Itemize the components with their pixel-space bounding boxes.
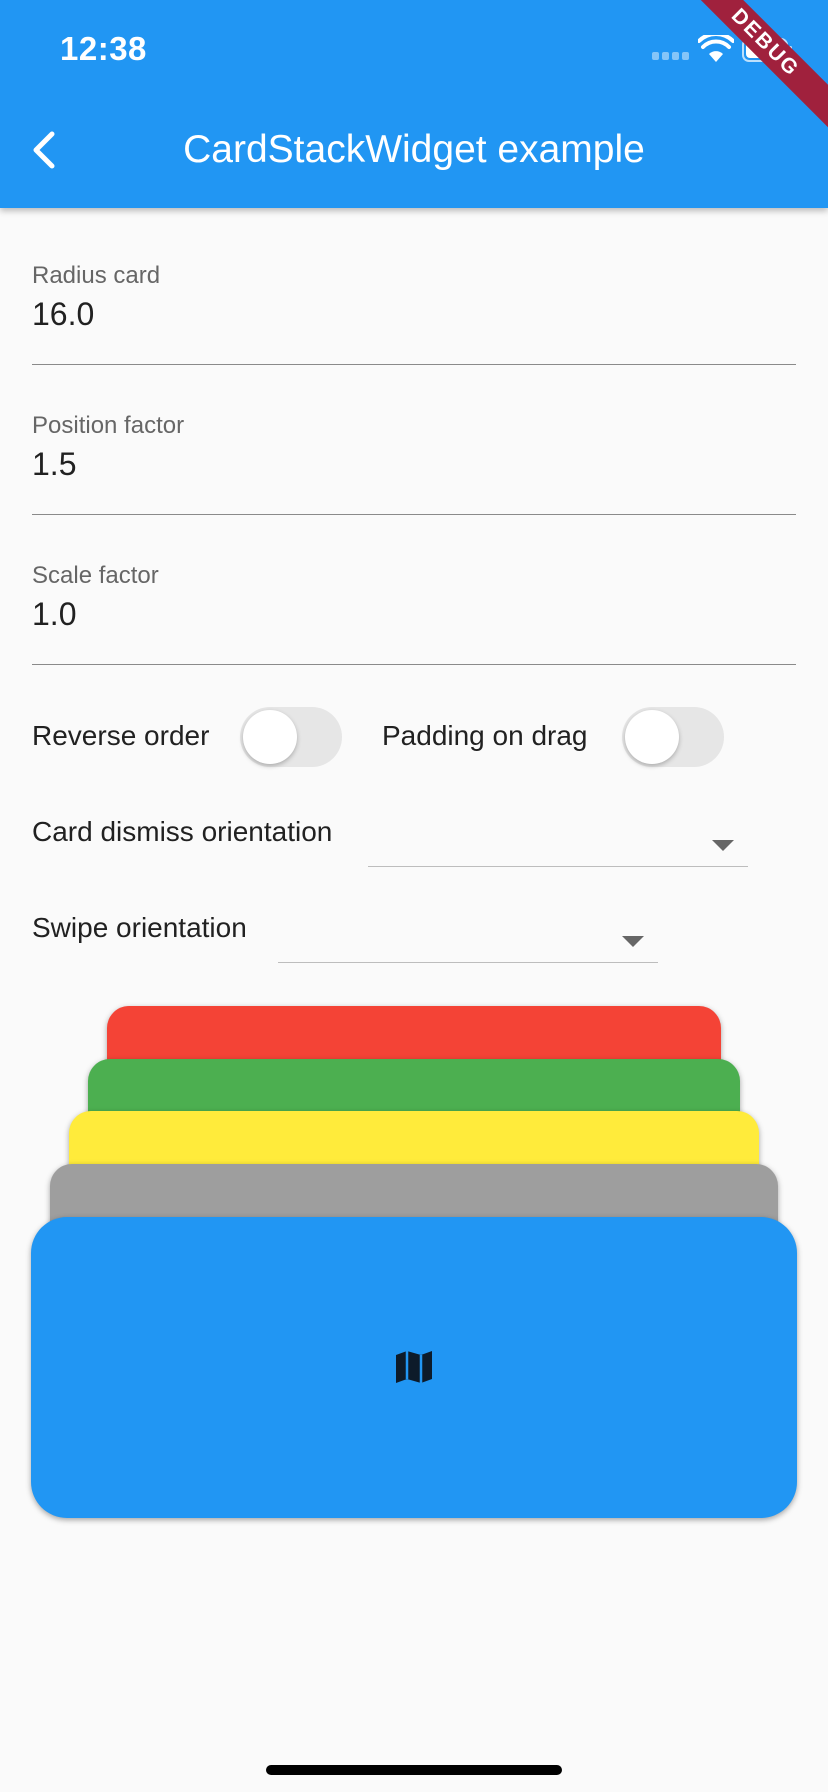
field-label: Radius card [32,262,161,289]
home-indicator [266,1765,562,1775]
padding-on-drag-switch[interactable] [622,707,724,767]
scale-factor-input[interactable] [32,596,796,633]
radius-card-field[interactable]: Radius card [32,262,796,365]
reverse-order-label: Reverse order [32,720,210,751]
position-factor-input[interactable] [32,446,796,483]
page-title: CardStackWidget example [183,128,645,171]
position-factor-field[interactable]: Position factor [32,412,796,515]
field-label: Scale factor [32,562,159,589]
cellular-signal-icon [652,52,692,62]
wifi-icon [698,35,734,62]
scale-factor-field[interactable]: Scale factor [32,562,796,665]
padding-on-drag-label: Padding on drag [382,720,588,751]
switch-thumb [243,710,297,764]
card-dismiss-orientation-dropdown[interactable] [368,818,748,867]
swipe-orientation-dropdown[interactable] [278,914,658,963]
dropdown-arrow-icon [622,936,644,947]
map-icon [396,1351,432,1383]
app-bar: 12:38 CardStackWidget example DEBUG [0,0,828,208]
dropdown-arrow-icon [712,840,734,851]
debug-banner: DEBUG [666,0,828,142]
radius-card-input[interactable] [32,296,796,333]
card-blue[interactable] [31,1217,797,1518]
switch-thumb [625,710,679,764]
field-label: Position factor [32,412,185,439]
reverse-order-switch[interactable] [240,707,342,767]
swipe-orientation-label: Swipe orientation [32,912,247,943]
card-dismiss-orientation-label: Card dismiss orientation [32,816,333,847]
status-time: 12:38 [60,30,147,67]
